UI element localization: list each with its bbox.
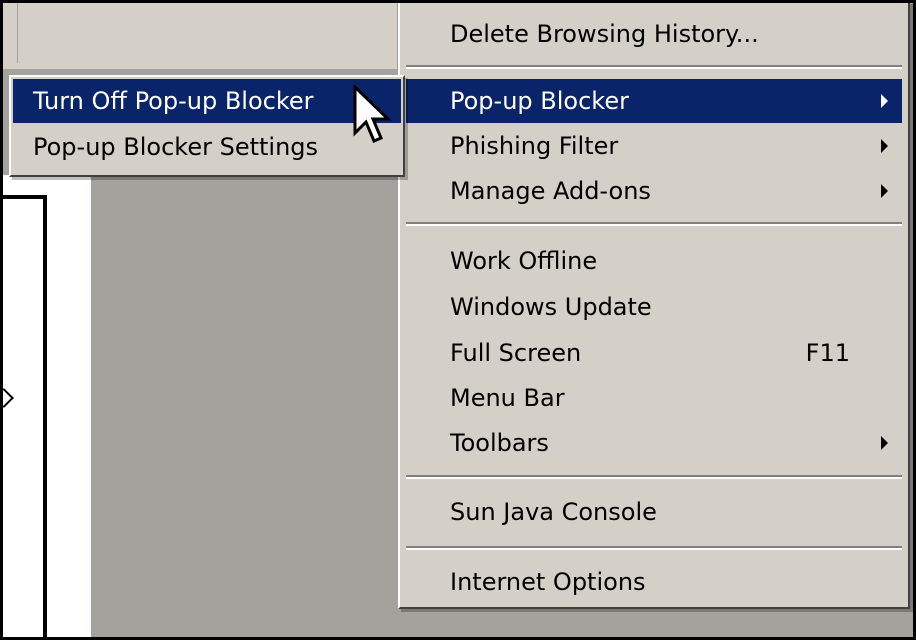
mouse-cursor-icon xyxy=(353,85,392,143)
menu-item-manage-add-ons[interactable]: Manage Add-ons xyxy=(406,169,902,213)
menu-separator xyxy=(406,222,902,226)
submenu-item-popup-blocker-settings[interactable]: Pop-up Blocker Settings xyxy=(13,125,401,169)
menu-item-phishing-filter[interactable]: Phishing Filter xyxy=(406,124,902,168)
submenu-item-turn-off-popup-blocker[interactable]: Turn Off Pop-up Blocker xyxy=(13,79,401,123)
menu-item-windows-update[interactable]: Windows Update xyxy=(406,285,902,329)
menu-item-label: Toolbars xyxy=(450,429,549,457)
menu-item-shortcut: F11 xyxy=(805,339,850,367)
submenu-arrow-icon xyxy=(881,139,888,153)
menu-item-toolbars[interactable]: Toolbars xyxy=(406,421,902,465)
tools-menu: Delete Browsing History... Pop-up Blocke… xyxy=(398,3,910,609)
menu-separator xyxy=(406,546,902,550)
menu-item-popup-blocker[interactable]: Pop-up Blocker xyxy=(406,79,902,123)
menu-item-label: Windows Update xyxy=(450,293,652,321)
submenu-arrow-icon xyxy=(881,184,888,198)
menu-item-label: Phishing Filter xyxy=(450,132,619,160)
menu-item-sun-java-console[interactable]: Sun Java Console xyxy=(406,490,902,534)
menu-item-label: Delete Browsing History... xyxy=(450,20,759,48)
menu-item-menu-bar[interactable]: Menu Bar xyxy=(406,376,902,420)
menu-item-label: Full Screen xyxy=(450,339,582,367)
menu-item-label: Menu Bar xyxy=(450,384,565,412)
menu-item-label: Pop-up Blocker xyxy=(450,87,629,115)
menu-item-label: Internet Options xyxy=(450,568,646,596)
submenu-arrow-icon xyxy=(881,94,888,108)
menu-item-full-screen[interactable]: Full Screen F11 xyxy=(406,331,902,375)
menu-item-work-offline[interactable]: Work Offline xyxy=(406,239,902,283)
page-frame-box xyxy=(3,195,47,637)
menu-item-label: Sun Java Console xyxy=(450,498,657,526)
popup-blocker-submenu: Turn Off Pop-up Blocker Pop-up Blocker S… xyxy=(9,75,405,177)
submenu-arrow-icon xyxy=(881,436,888,450)
menu-separator xyxy=(406,475,902,479)
toolbar-area xyxy=(3,3,397,69)
menu-item-label: Manage Add-ons xyxy=(450,177,651,205)
menu-separator xyxy=(406,65,902,69)
menu-item-delete-browsing-history[interactable]: Delete Browsing History... xyxy=(406,12,902,56)
menu-item-internet-options[interactable]: Internet Options xyxy=(406,560,902,604)
menu-item-label: Work Offline xyxy=(450,247,598,275)
browser-window: Delete Browsing History... Pop-up Blocke… xyxy=(0,0,916,640)
